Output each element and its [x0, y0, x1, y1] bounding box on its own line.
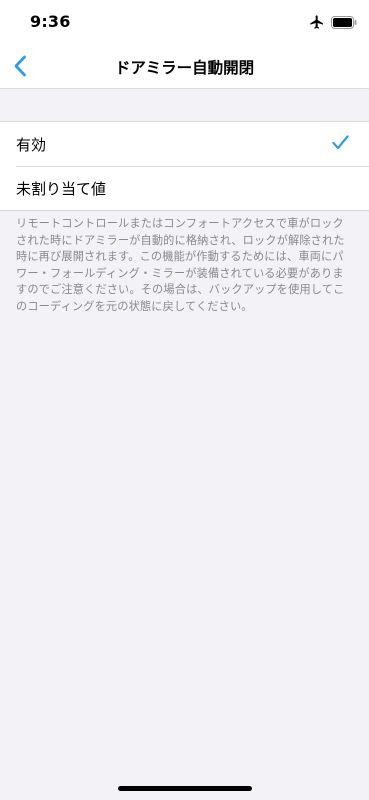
status-time: 9:36: [30, 12, 71, 31]
checkmark-icon: [332, 135, 349, 150]
chevron-left-icon: [14, 55, 26, 77]
option-label: 有効: [16, 135, 47, 154]
status-bar: 9:36: [0, 0, 369, 44]
option-label: 未割り当て値: [16, 179, 107, 198]
page-title: ドアミラー自動開閉: [114, 59, 255, 77]
navigation-bar: ドアミラー自動開閉: [0, 44, 369, 89]
airplane-icon: [310, 15, 323, 29]
home-indicator[interactable]: [118, 786, 252, 791]
option-unassigned[interactable]: 未割り当て値: [0, 166, 369, 210]
battery-icon: [331, 16, 357, 29]
back-button[interactable]: [4, 50, 36, 82]
footer-note: リモートコントロールまたはコンフォートアクセスで車がロックされた時にドアミラーが…: [16, 217, 345, 313]
options-list: 有効 未割り当て値: [0, 121, 369, 211]
screen: 9:36 ドアミラー自動開閉 有効 未割り当て値 リモートコントロールまたはコン: [0, 0, 369, 800]
option-enabled[interactable]: 有効: [0, 122, 369, 166]
